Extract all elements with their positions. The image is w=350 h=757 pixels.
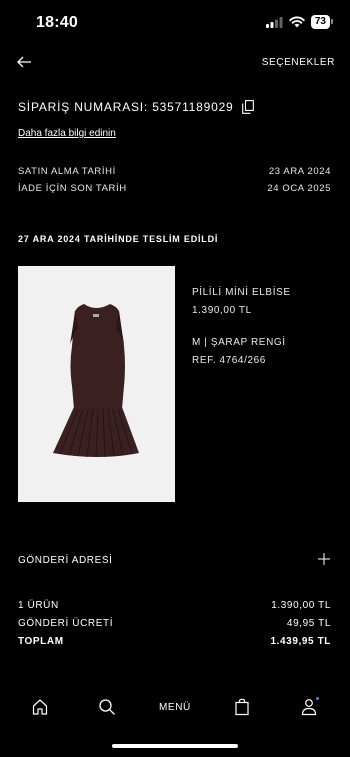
total-amount: 1.439,95 TL: [270, 636, 331, 647]
shipping-address-toggle[interactable]: GÖNDERİ ADRESİ: [18, 555, 113, 566]
product-ref: REF. 4764/266: [192, 355, 266, 366]
search-icon[interactable]: [98, 698, 116, 716]
plus-icon[interactable]: [318, 553, 330, 565]
items-count-label: 1 ÜRÜN: [18, 600, 59, 611]
battery-indicator: 73: [310, 15, 334, 29]
status-time: 18:40: [36, 14, 78, 31]
product-image[interactable]: [18, 266, 175, 502]
menu-button[interactable]: MENÜ: [159, 702, 191, 713]
home-indicator[interactable]: [112, 744, 238, 748]
product-variant: M | ŞARAP RENGİ: [192, 337, 286, 348]
items-subtotal: 1.390,00 TL: [271, 600, 331, 611]
profile-icon[interactable]: [300, 698, 318, 716]
home-icon[interactable]: [31, 698, 49, 716]
product-price: 1.390,00 TL: [192, 305, 252, 316]
shipping-fee-label: GÖNDERİ ÜCRETİ: [18, 618, 114, 629]
product-name[interactable]: PİLİLİ MİNİ ELBİSE: [192, 287, 291, 298]
purchase-date-label: SATIN ALMA TARİHİ: [18, 166, 116, 177]
delivery-status: 27 ARA 2024 TARİHİNDE TESLİM EDİLDİ: [18, 234, 219, 244]
total-label: TOPLAM: [18, 636, 64, 647]
back-arrow-icon[interactable]: [14, 52, 34, 72]
copy-icon[interactable]: [241, 100, 254, 114]
shipping-fee: 49,95 TL: [286, 618, 331, 629]
order-number-row: SİPARİŞ NUMARASI: 53571189029: [18, 100, 254, 114]
notification-dot: [316, 697, 319, 700]
shopping-bag-icon[interactable]: [233, 698, 251, 716]
more-info-link[interactable]: Daha fazla bilgi edinin: [18, 128, 116, 139]
options-button[interactable]: SEÇENEKLER: [262, 57, 335, 68]
return-deadline: 24 OCA 2025: [267, 183, 331, 194]
order-number: SİPARİŞ NUMARASI: 53571189029: [18, 100, 234, 114]
status-icons: 73: [265, 15, 334, 29]
purchase-date: 23 ARA 2024: [268, 166, 331, 177]
return-deadline-label: İADE İÇİN SON TARİH: [18, 183, 127, 194]
wifi-icon: [289, 16, 305, 28]
signal-icon: [265, 16, 283, 28]
